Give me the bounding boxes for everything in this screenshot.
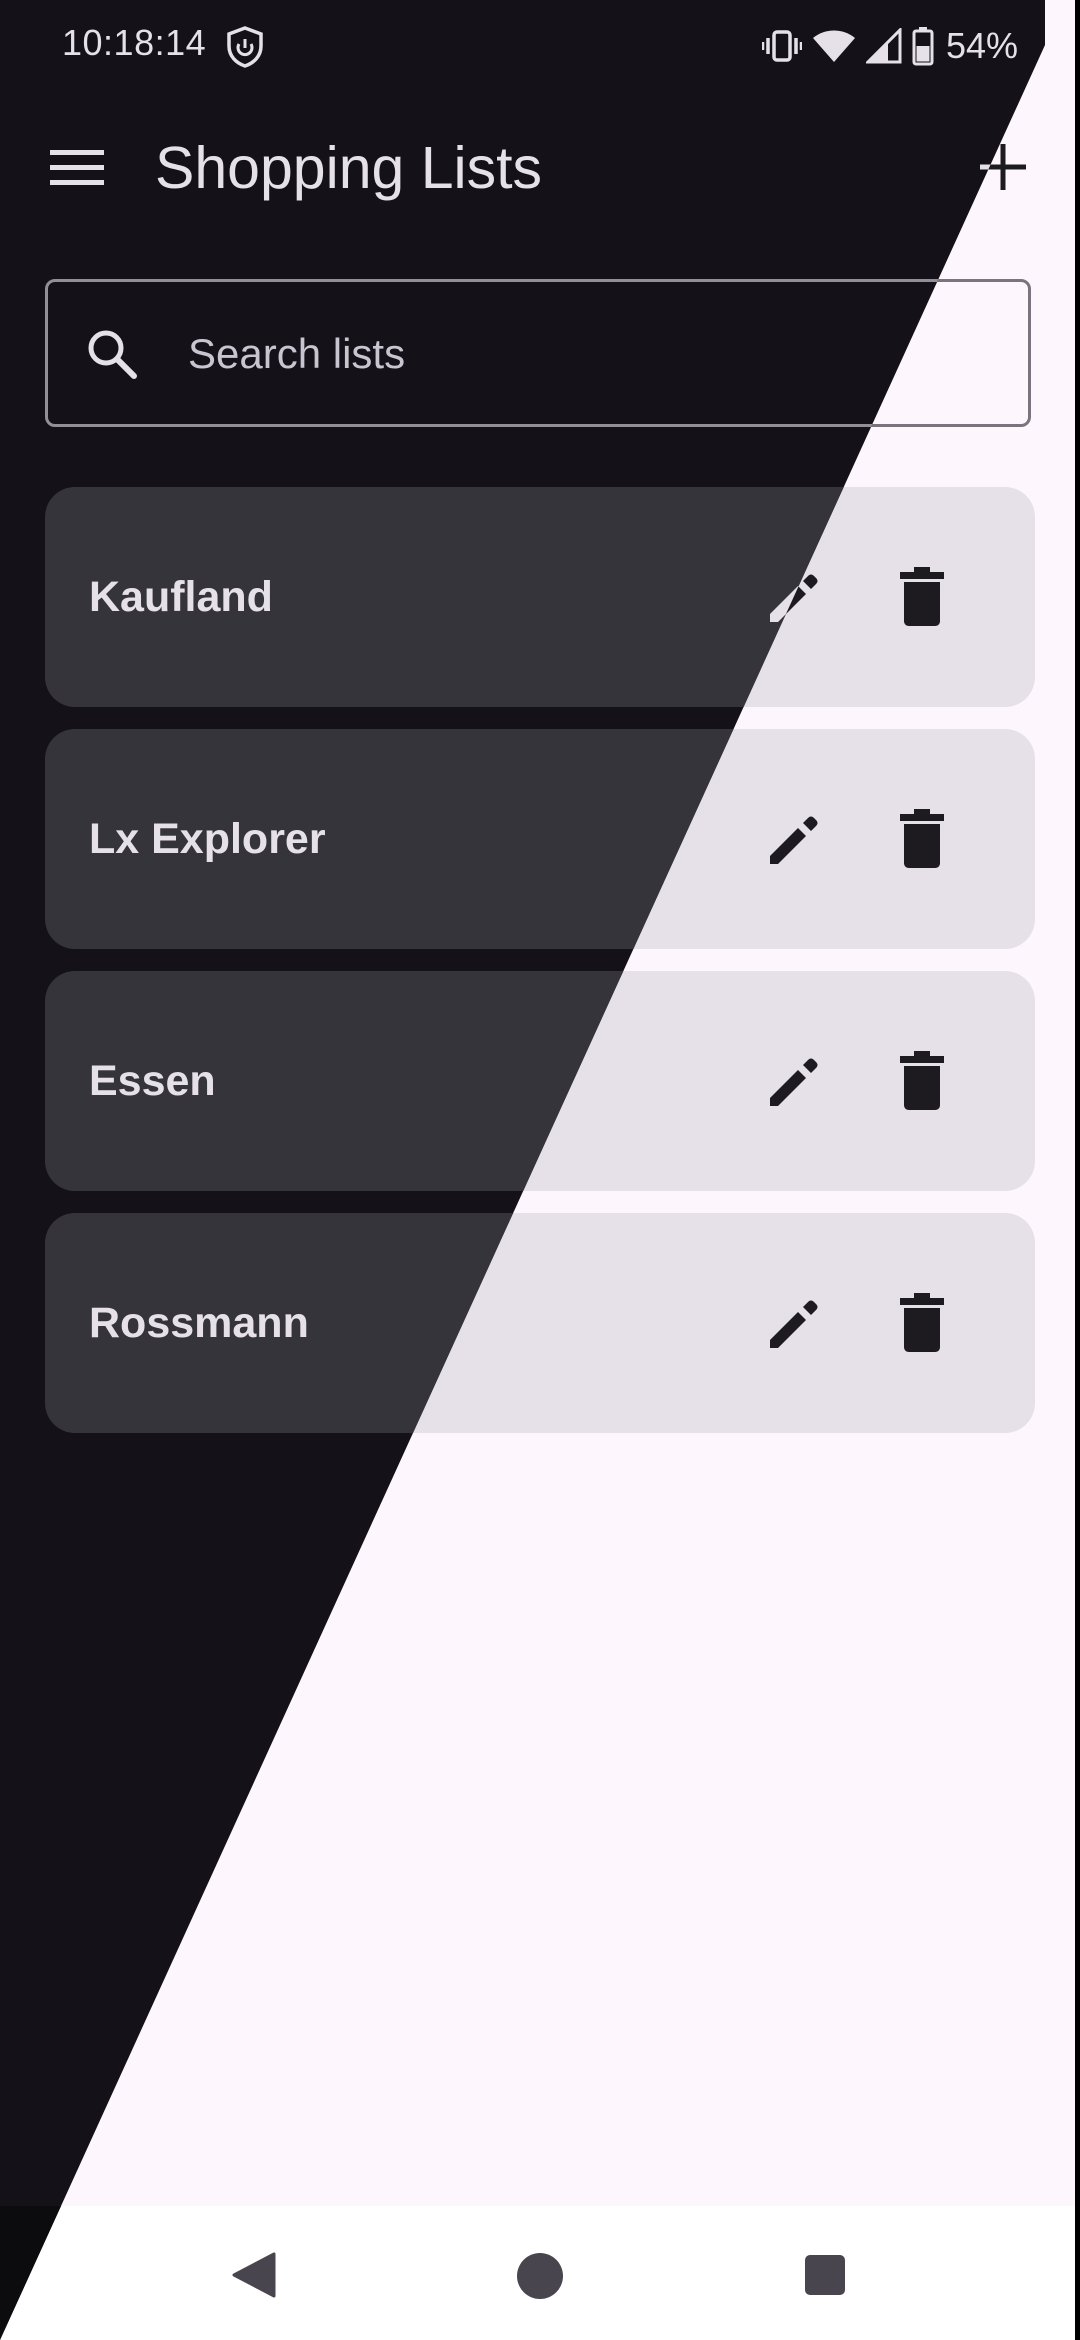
edit-icon[interactable] (766, 1296, 822, 1352)
edit-icon[interactable] (766, 812, 822, 868)
screen: 10:18:14 (0, 0, 1080, 2340)
status-icons: 54% (761, 22, 1018, 70)
delete-icon[interactable] (900, 1051, 944, 1111)
navigation-bar (0, 2206, 1080, 2340)
home-icon[interactable] (516, 2252, 564, 2300)
shield-icon (227, 26, 263, 68)
page-title: Shopping Lists (155, 135, 543, 201)
screen-edge (1075, 0, 1080, 2340)
delete-icon[interactable] (900, 567, 944, 627)
battery-icon (912, 27, 934, 66)
status-time: 10:18:14 (62, 22, 207, 63)
battery-percentage: 54% (945, 25, 1018, 66)
menu-icon[interactable] (50, 148, 104, 188)
delete-icon[interactable] (900, 1293, 944, 1353)
recents-icon[interactable] (804, 2254, 846, 2296)
back-icon[interactable] (230, 2252, 276, 2298)
delete-icon[interactable] (900, 809, 944, 869)
search-input[interactable] (188, 322, 968, 386)
edit-icon[interactable] (766, 1054, 822, 1110)
list-item-name: Rossmann (89, 1299, 309, 1347)
list-item-name: Lx Explorer (89, 815, 326, 863)
app-bar: Shopping Lists (0, 96, 1045, 242)
signal-icon (865, 28, 902, 64)
search-icon (88, 330, 137, 379)
list-item-name: Kaufland (89, 573, 273, 621)
wifi-icon (812, 30, 855, 62)
list-item-name: Essen (89, 1057, 216, 1105)
status-bar: 10:18:14 (0, 0, 1045, 96)
vibrate-icon (761, 30, 802, 62)
